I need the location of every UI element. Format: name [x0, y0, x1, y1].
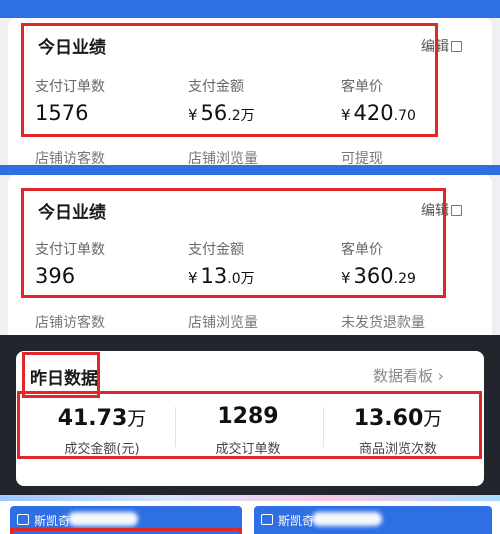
redacted-text: [68, 512, 138, 526]
banner-strip: [0, 495, 500, 501]
sub-label-pageviews: 店铺浏览量: [188, 315, 258, 331]
avg-price-integer: 420: [353, 101, 394, 125]
metric-value-amount: ¥56.2万: [188, 101, 255, 125]
metric-divider: [323, 407, 324, 447]
views-unit: 万: [423, 408, 443, 430]
currency-symbol: ¥: [341, 106, 351, 124]
data-dashboard-label: 数据看板: [373, 367, 434, 385]
yesterday-label-orders: 成交订单数: [215, 442, 281, 457]
panel1-title: 今日业绩: [38, 38, 106, 58]
views-number: 13.60: [353, 406, 424, 431]
sub-label-visitors: 店铺访客数: [35, 315, 105, 331]
amount-decimals: .0: [227, 271, 241, 287]
edit-label: 编辑: [421, 203, 449, 219]
panel2-edit-button[interactable]: 编辑: [421, 200, 462, 220]
orders-number: 396: [35, 264, 76, 288]
metric-value-orders: 1576: [35, 101, 88, 125]
avg-price-decimals: .29: [393, 271, 416, 287]
panel1-edit-button[interactable]: 编辑: [421, 36, 462, 56]
shop-card-2[interactable]: 斯凯奇: [254, 506, 492, 534]
metric-label-amount: 支付金额: [188, 242, 244, 258]
yesterday-value-amount: 41.73万: [32, 404, 172, 431]
sub-label-pending-refund: 未发货退款量: [341, 315, 425, 331]
store-icon: [261, 514, 273, 525]
metric-label-orders: 支付订单数: [35, 242, 105, 258]
metric-value-avg-price: ¥360.29: [341, 264, 416, 288]
orders-number: 1576: [35, 101, 89, 125]
metric-value-orders: 396: [35, 264, 75, 288]
currency-symbol: ¥: [188, 269, 198, 287]
metric-value-avg-price: ¥420.70: [341, 101, 416, 125]
currency-symbol: ¥: [188, 106, 198, 124]
amount-integer: 56: [200, 101, 228, 125]
redacted-text: [312, 512, 382, 526]
shop-name: 斯凯奇: [278, 514, 315, 528]
shop-card-1[interactable]: 斯凯奇: [10, 506, 242, 534]
chevron-right-icon: ›: [433, 367, 444, 385]
yesterday-label-amount: 成交金额(元): [64, 442, 140, 457]
avg-price-integer: 360: [353, 264, 394, 288]
edit-label: 编辑: [421, 39, 449, 55]
edit-icon: [451, 41, 462, 52]
shop-name: 斯凯奇: [34, 514, 71, 528]
metric-divider: [175, 407, 176, 447]
amount-unit: 万: [240, 108, 255, 124]
amount-unit: 万: [127, 408, 147, 430]
data-dashboard-link[interactable]: 数据看板 ›: [373, 365, 444, 386]
currency-symbol: ¥: [341, 269, 351, 287]
amount-integer: 13: [200, 264, 228, 288]
amount-unit: 万: [240, 271, 255, 287]
amount-number: 41.73: [57, 406, 128, 431]
store-icon: [17, 514, 29, 525]
metric-label-avg-price: 客单价: [341, 79, 383, 95]
orders-number: 1289: [217, 404, 279, 429]
amount-decimals: .2: [227, 108, 241, 124]
metric-value-amount: ¥13.0万: [188, 264, 255, 288]
panel2-title: 今日业绩: [38, 203, 106, 223]
yesterday-title: 昨日数据: [30, 369, 98, 389]
yesterday-value-orders: 1289: [178, 404, 318, 429]
metric-label-amount: 支付金额: [188, 79, 244, 95]
metric-label-avg-price: 客单价: [341, 242, 383, 258]
edit-icon: [451, 205, 462, 216]
yesterday-value-views: 13.60万: [328, 404, 468, 431]
yesterday-label-views: 商品浏览次数: [358, 442, 437, 457]
avg-price-decimals: .70: [393, 108, 416, 124]
metric-label-orders: 支付订单数: [35, 79, 105, 95]
